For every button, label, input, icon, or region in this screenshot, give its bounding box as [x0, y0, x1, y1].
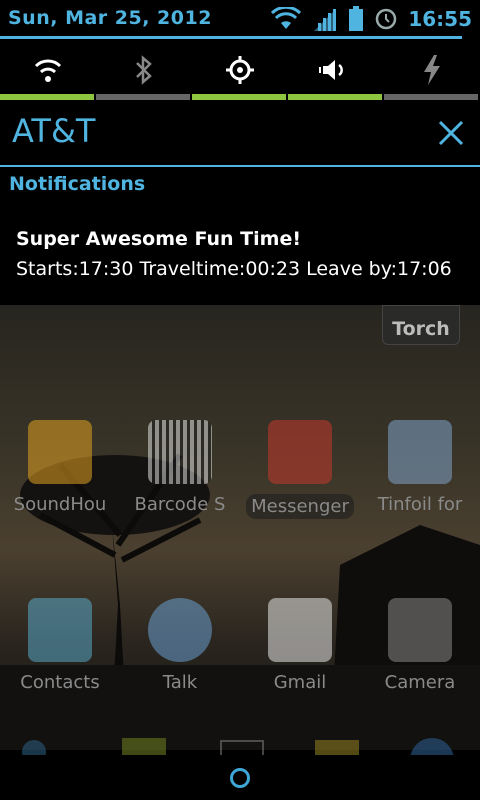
status-icons: 16:55 — [270, 6, 472, 32]
app-label: Tinfoil for — [377, 494, 463, 515]
app-label: SoundHou — [13, 494, 107, 515]
camera-icon — [388, 598, 452, 662]
notification-title: Super Awesome Fun Time! — [16, 228, 302, 250]
speaker-icon — [319, 60, 343, 80]
app-barcode-scanner[interactable]: Barcode S — [120, 420, 240, 515]
status-divider — [0, 36, 462, 39]
torch-button[interactable]: Torch — [382, 305, 460, 345]
carrier-name: AT&T — [12, 112, 96, 150]
app-tinfoil[interactable]: Tinfoil for — [360, 420, 480, 515]
app-label: Talk — [162, 672, 198, 693]
tinfoil-icon — [388, 420, 452, 484]
wifi-icon — [34, 59, 62, 82]
app-contacts[interactable]: Contacts — [0, 598, 120, 693]
messenger-icon — [268, 420, 332, 484]
dock — [0, 730, 480, 755]
status-date: Sun, Mar 25, 2012 — [8, 7, 212, 29]
gmail-icon — [268, 598, 332, 662]
gps-icon — [226, 56, 254, 84]
dock-phone-icon — [22, 740, 46, 755]
status-time: 16:55 — [408, 7, 472, 31]
close-icon[interactable] — [432, 114, 470, 152]
talk-icon — [148, 598, 212, 662]
notification-item[interactable]: Super Awesome Fun Time! Starts:17:30 Tra… — [0, 201, 480, 305]
app-gmail[interactable]: Gmail — [240, 598, 360, 693]
app-label: Gmail — [273, 672, 327, 693]
wifi-toggle[interactable] — [0, 40, 96, 100]
flash-toggle[interactable] — [384, 40, 480, 100]
app-camera[interactable]: Camera — [360, 598, 480, 693]
app-label: Barcode S — [134, 494, 226, 515]
signal-icon — [314, 9, 337, 31]
app-label: Messenger — [246, 494, 354, 519]
notification-text: Starts:17:30 Traveltime:00:23 Leave by:1… — [16, 258, 452, 280]
soundhound-icon — [28, 420, 92, 484]
handle-circle-icon[interactable] — [230, 768, 250, 788]
app-messenger[interactable]: Messenger — [240, 420, 360, 519]
gps-toggle[interactable] — [192, 40, 288, 100]
alarm-icon — [376, 8, 397, 30]
lightning-icon — [424, 55, 440, 85]
dock-folder-icon — [315, 740, 359, 755]
barcode-icon — [148, 420, 212, 484]
notifications-header: Notifications — [0, 167, 480, 201]
notifications-title: Notifications — [9, 173, 146, 195]
dock-apps-icon — [220, 740, 264, 755]
dock-browser-icon — [410, 738, 454, 755]
status-bar: Sun, Mar 25, 2012 16:55 — [0, 0, 480, 38]
bluetooth-icon — [136, 55, 152, 85]
contacts-icon — [28, 598, 92, 662]
app-soundhound[interactable]: SoundHou — [0, 420, 120, 515]
sound-toggle[interactable] — [288, 40, 384, 100]
app-label: Camera — [384, 672, 456, 693]
battery-icon — [349, 6, 364, 31]
wifi-icon — [271, 7, 302, 29]
quick-settings — [0, 40, 480, 100]
carrier-row: AT&T — [0, 100, 480, 166]
app-label: Contacts — [20, 672, 100, 693]
dock-market-icon — [122, 738, 166, 755]
bluetooth-toggle[interactable] — [96, 40, 192, 100]
app-talk[interactable]: Talk — [120, 598, 240, 693]
